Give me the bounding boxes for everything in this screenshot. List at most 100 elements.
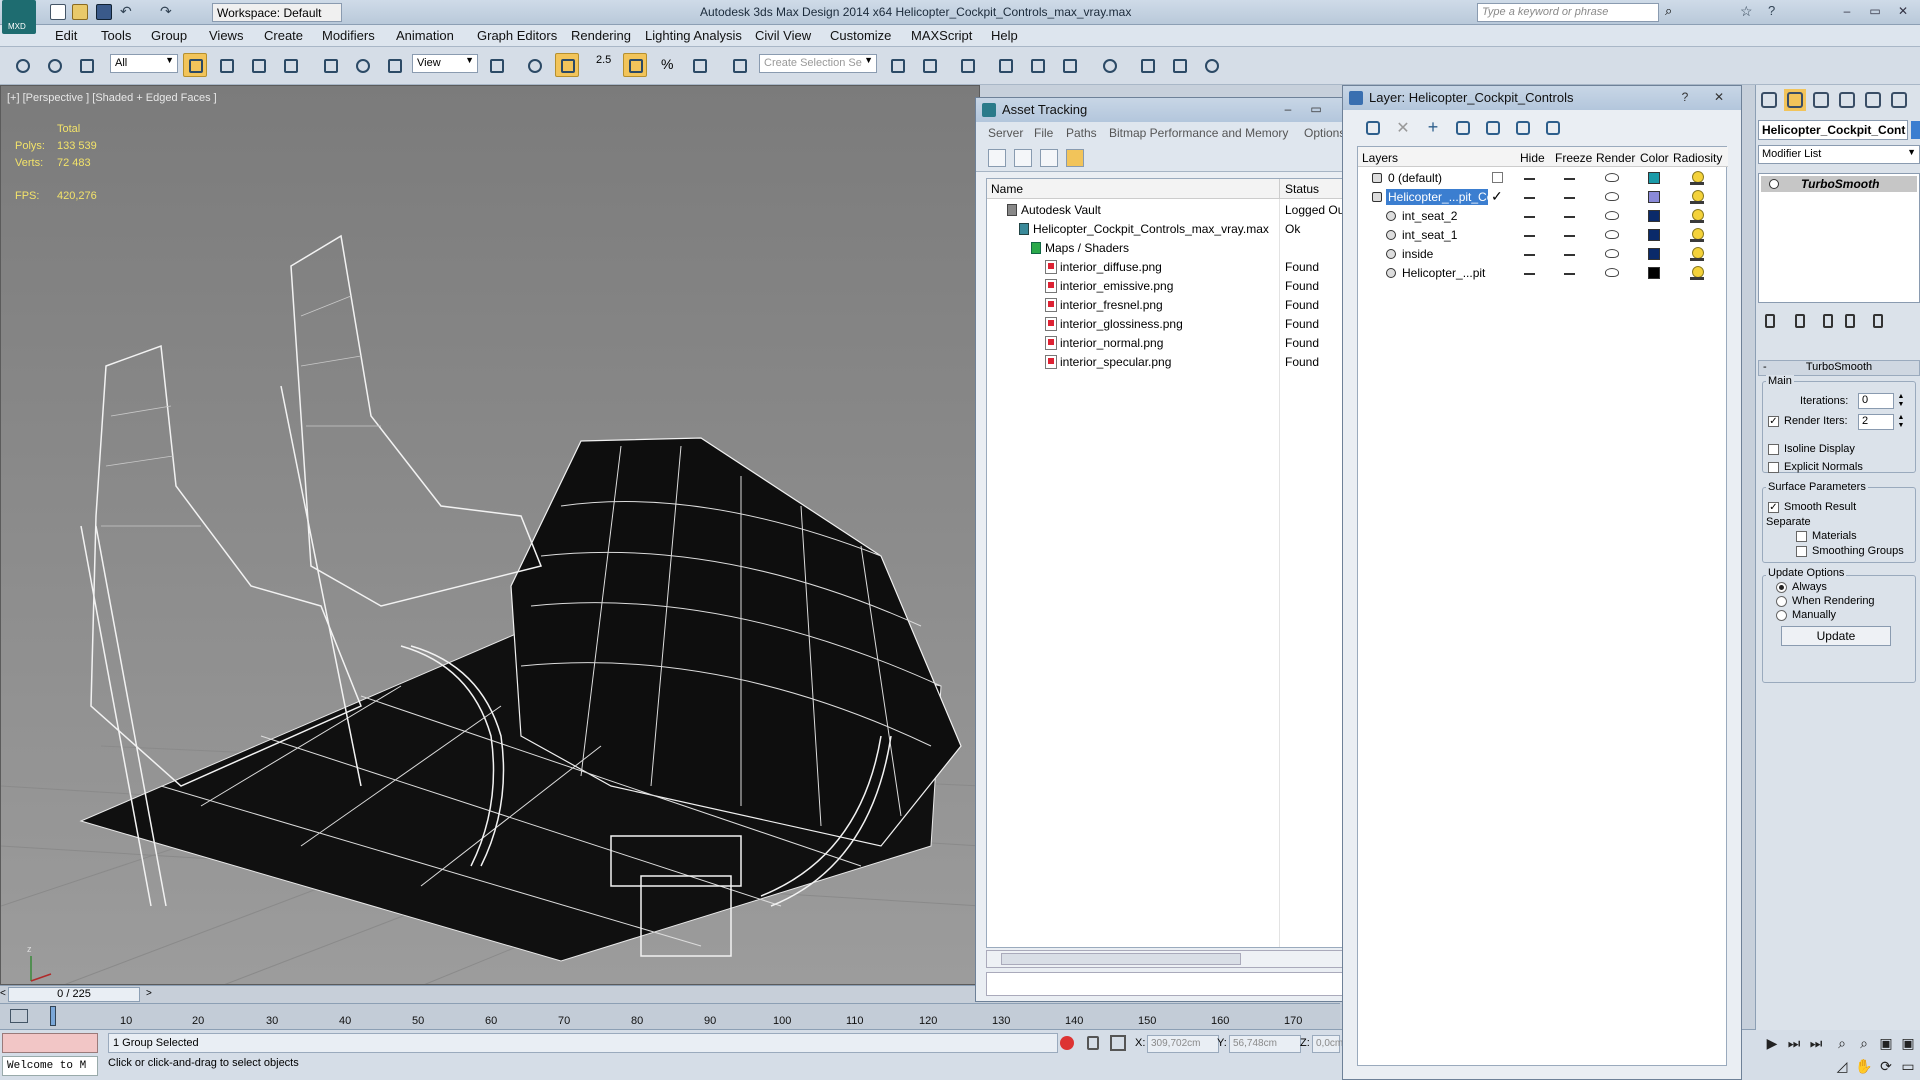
active-layer-checkmark-icon[interactable]: ✓ bbox=[1491, 188, 1503, 205]
undo-icon[interactable]: ↶ bbox=[120, 4, 136, 20]
list-view-icon[interactable] bbox=[1014, 149, 1032, 167]
show-end-result-icon[interactable] bbox=[1790, 310, 1812, 332]
asset-row[interactable]: Helicopter_Cockpit_Controls_max_vray.max… bbox=[987, 220, 1345, 239]
layer-manager-icon[interactable] bbox=[955, 53, 979, 77]
menu-group[interactable]: Group bbox=[151, 28, 187, 43]
remove-modifier-icon[interactable] bbox=[1840, 310, 1862, 332]
isoline-display-checkbox[interactable] bbox=[1768, 444, 1779, 455]
close-button[interactable]: ✕ bbox=[1890, 2, 1916, 20]
iterations-spinner[interactable]: 0 bbox=[1858, 393, 1894, 409]
field-of-view-icon[interactable]: ◿ bbox=[1832, 1056, 1852, 1076]
freeze-unfreeze-all-icon[interactable] bbox=[1543, 118, 1563, 138]
modifier-list-dropdown[interactable]: Modifier List ▼ bbox=[1758, 145, 1920, 164]
layer-row[interactable]: inside bbox=[1358, 245, 1728, 264]
rendered-frame-window-icon[interactable] bbox=[1167, 53, 1191, 77]
column-render[interactable]: Render bbox=[1596, 151, 1635, 165]
stack-item-turbosmooth[interactable]: TurboSmooth bbox=[1761, 176, 1917, 192]
y-coord-field[interactable]: 56,748cm bbox=[1229, 1035, 1301, 1053]
named-selection-dropdown[interactable]: Create Selection Se ▼ bbox=[759, 54, 877, 73]
layer-row[interactable]: Helicopter_...pit bbox=[1358, 264, 1728, 283]
delete-layer-icon[interactable]: ✕ bbox=[1393, 118, 1413, 138]
asset-row[interactable]: interior_glossiness.png Found bbox=[987, 315, 1345, 334]
column-layers[interactable]: Layers bbox=[1362, 151, 1398, 165]
render-iters-spinner[interactable]: 2 bbox=[1858, 414, 1894, 430]
radiosity-icon[interactable] bbox=[1689, 245, 1705, 263]
menu-views[interactable]: Views bbox=[209, 28, 243, 43]
column-freeze[interactable]: Freeze bbox=[1555, 151, 1592, 165]
explicit-normals-checkbox[interactable] bbox=[1768, 462, 1779, 473]
bind-space-warp-icon[interactable] bbox=[74, 53, 98, 77]
hide-toggle[interactable] bbox=[1524, 273, 1535, 275]
asset-horizontal-scrollbar[interactable] bbox=[986, 950, 1346, 968]
save-file-icon[interactable] bbox=[96, 4, 112, 20]
spinner-snap-icon[interactable] bbox=[687, 53, 711, 77]
align-icon[interactable] bbox=[917, 53, 941, 77]
selection-lock-icon[interactable] bbox=[1087, 1036, 1099, 1050]
select-manipulate-icon[interactable] bbox=[522, 53, 546, 77]
layer-color-swatch[interactable] bbox=[1648, 229, 1660, 241]
time-slider-knob[interactable]: 0 / 225 bbox=[8, 987, 140, 1002]
zoom-all-icon[interactable]: ⌕ bbox=[1854, 1033, 1874, 1053]
layer-row[interactable]: int_seat_1 bbox=[1358, 226, 1728, 245]
hide-toggle[interactable] bbox=[1524, 178, 1535, 180]
maxscript-listener[interactable] bbox=[2, 1033, 98, 1053]
asset-row[interactable]: interior_diffuse.png Found bbox=[987, 258, 1345, 277]
track-bar[interactable]: 10 20 30 40 50 60 70 80 90 100 110 120 1… bbox=[0, 1003, 1340, 1029]
hide-toggle[interactable] bbox=[1524, 197, 1535, 199]
selection-filter-dropdown[interactable]: All ▼ bbox=[110, 54, 178, 73]
spinner-arrows-icon[interactable]: ▲ ▼ bbox=[1896, 393, 1906, 409]
radiosity-icon[interactable] bbox=[1689, 169, 1705, 187]
freeze-toggle[interactable] bbox=[1564, 216, 1575, 218]
spinner-arrows-icon[interactable]: ▲ ▼ bbox=[1896, 414, 1906, 430]
hierarchy-tab-icon[interactable] bbox=[1810, 89, 1832, 111]
window-crossing-icon[interactable] bbox=[278, 53, 302, 77]
layer-row[interactable]: int_seat_2 bbox=[1358, 207, 1728, 226]
freeze-toggle[interactable] bbox=[1564, 254, 1575, 256]
select-object-icon[interactable] bbox=[183, 53, 207, 77]
app-logo[interactable]: MXD bbox=[2, 0, 36, 34]
thumbnail-view-icon[interactable] bbox=[1040, 149, 1058, 167]
play-icon[interactable]: ▶ bbox=[1762, 1033, 1782, 1053]
pan-icon[interactable]: ✋ bbox=[1854, 1056, 1874, 1076]
maximize-button[interactable]: ▭ bbox=[1862, 2, 1888, 20]
add-to-layer-icon[interactable]: + bbox=[1423, 118, 1443, 138]
menu-customize[interactable]: Customize bbox=[830, 28, 891, 43]
active-layer-checkbox[interactable] bbox=[1492, 172, 1503, 183]
asset-row[interactable]: interior_fresnel.png Found bbox=[987, 296, 1345, 315]
move-icon[interactable] bbox=[318, 53, 342, 77]
menu-server[interactable]: Server bbox=[988, 126, 1023, 140]
materials-checkbox[interactable] bbox=[1796, 531, 1807, 542]
next-frame-icon[interactable]: ⏭ bbox=[1784, 1033, 1804, 1053]
layer-color-swatch[interactable] bbox=[1648, 172, 1660, 184]
column-status[interactable]: Status bbox=[1285, 182, 1319, 196]
help-icon[interactable]: ? bbox=[1768, 4, 1784, 20]
zoom-extents-all-icon[interactable]: ▣ bbox=[1898, 1033, 1918, 1053]
menu-rendering[interactable]: Rendering bbox=[571, 28, 631, 43]
render-teapot-icon[interactable] bbox=[1605, 211, 1619, 220]
render-teapot-icon[interactable] bbox=[1605, 173, 1619, 182]
minimize-button[interactable]: – bbox=[1834, 2, 1860, 20]
refresh-icon[interactable] bbox=[988, 149, 1006, 167]
menu-bitmap-performance[interactable]: Bitmap Performance and Memory bbox=[1109, 126, 1288, 140]
perspective-viewport[interactable]: z [+] [Perspective ] [Shaded + Edged Fac… bbox=[0, 85, 980, 985]
motion-tab-icon[interactable] bbox=[1836, 89, 1858, 111]
select-objects-in-layer-icon[interactable] bbox=[1453, 118, 1473, 138]
layer-color-swatch[interactable] bbox=[1648, 210, 1660, 222]
redo-icon[interactable]: ↷ bbox=[160, 4, 176, 20]
radiosity-icon[interactable] bbox=[1689, 207, 1705, 225]
render-production-icon[interactable] bbox=[1199, 53, 1223, 77]
always-radio[interactable] bbox=[1776, 582, 1787, 593]
menu-file[interactable]: File bbox=[1034, 126, 1053, 140]
track-bar-toggle-icon[interactable] bbox=[10, 1009, 28, 1023]
isolate-icon[interactable] bbox=[1060, 1036, 1074, 1050]
zoom-icon[interactable]: ⌕ bbox=[1832, 1033, 1852, 1053]
column-name[interactable]: Name bbox=[991, 182, 1023, 196]
asset-row[interactable]: Maps / Shaders bbox=[987, 239, 1345, 258]
close-button[interactable]: ✕ bbox=[1707, 89, 1731, 106]
menu-maxscript[interactable]: MAXScript bbox=[911, 28, 972, 43]
smooth-result-checkbox[interactable]: ✓ bbox=[1768, 502, 1779, 513]
pivot-center-icon[interactable] bbox=[484, 53, 508, 77]
hide-unhide-all-icon[interactable] bbox=[1513, 118, 1533, 138]
open-file-icon[interactable] bbox=[72, 4, 88, 20]
make-unique-icon[interactable] bbox=[1818, 310, 1840, 332]
